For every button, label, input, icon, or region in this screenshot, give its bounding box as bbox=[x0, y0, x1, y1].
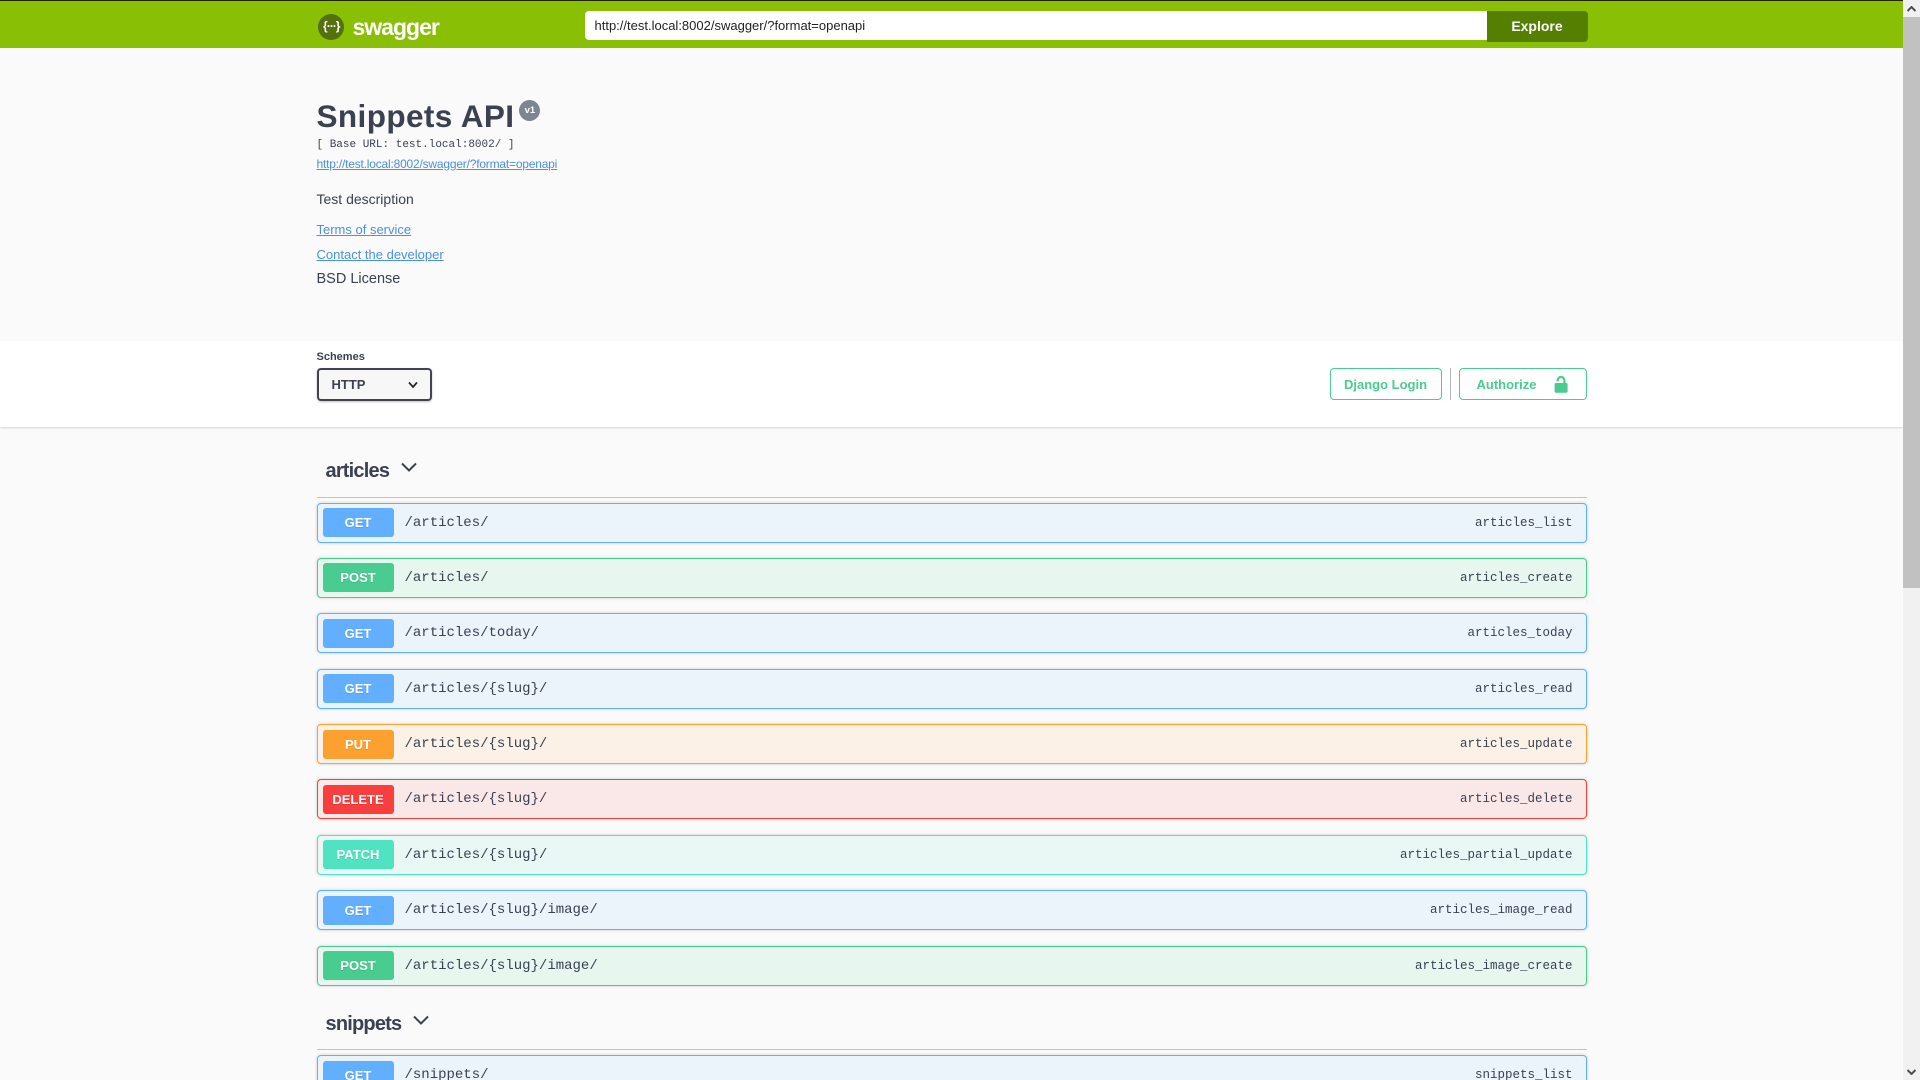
svg-text:{···}: {···} bbox=[323, 19, 341, 33]
